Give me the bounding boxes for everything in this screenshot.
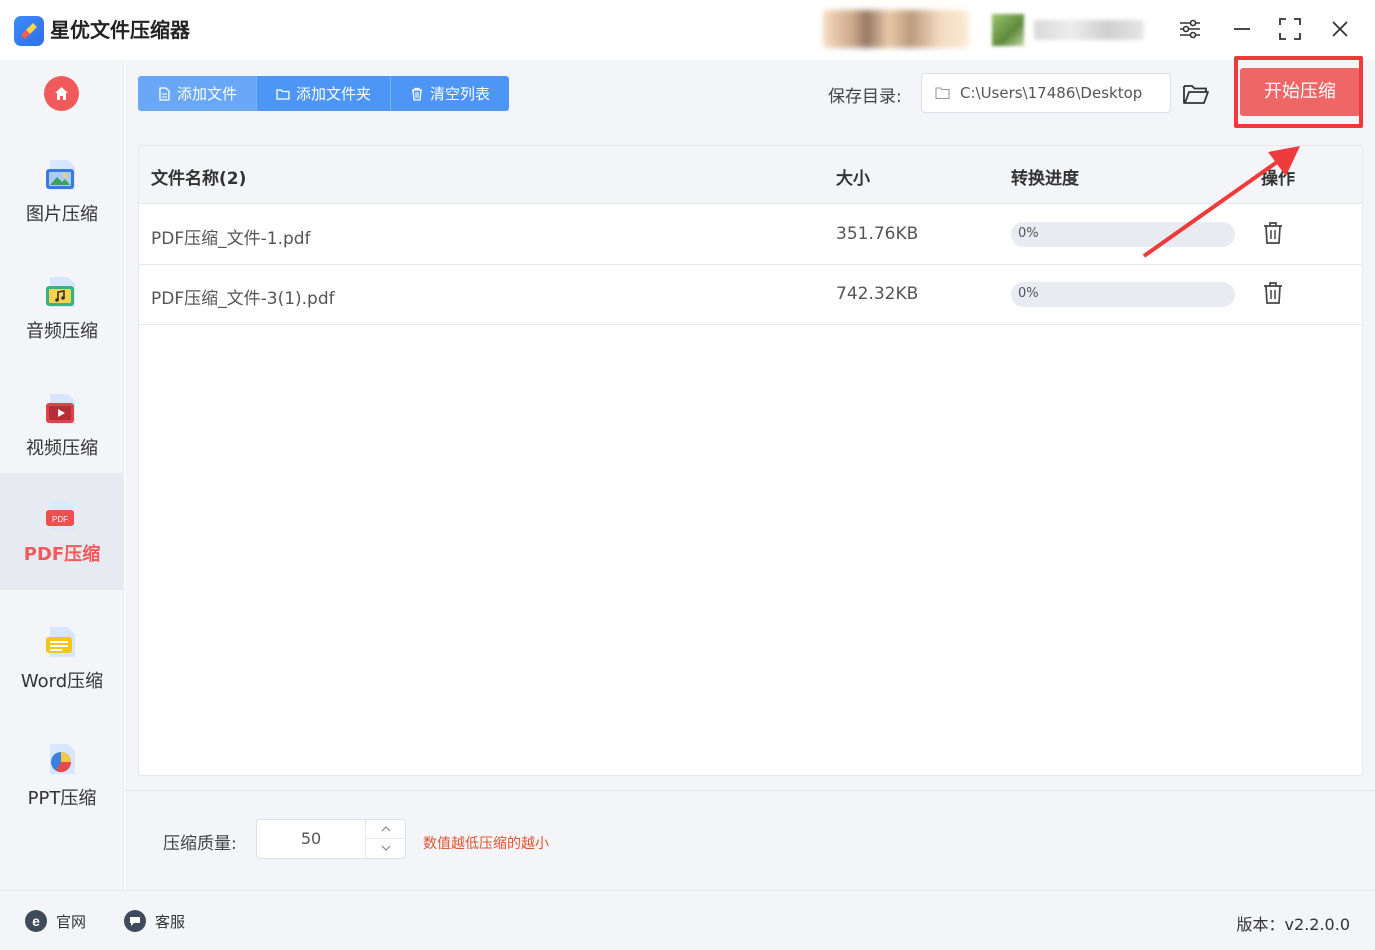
blurred-user-profile[interactable] (990, 12, 1150, 48)
word-file-icon (46, 627, 75, 657)
header-progress: 转换进度 (1011, 169, 1079, 189)
delete-icon[interactable] (1262, 281, 1284, 305)
sliders-icon (1180, 19, 1200, 39)
toolbar: 添加文件 添加文件夹 清空列表 保存目录: C:\Users\17486\Des… (125, 56, 1375, 132)
avatar (992, 14, 1024, 46)
website-label: 官网 (56, 912, 87, 931)
chevron-down-icon (381, 845, 391, 851)
sidebar-item-video[interactable]: 视频压缩 (0, 367, 124, 484)
quality-value[interactable]: 50 (257, 820, 365, 858)
progress-bar: 0% (1011, 282, 1235, 307)
sidebar-item-label: 图片压缩 (26, 204, 98, 225)
minimize-icon (1234, 28, 1250, 30)
username-blurred (1034, 20, 1144, 40)
progress-text: 0% (1018, 226, 1039, 241)
table-header: 文件名称(2) 大小 转换进度 操作 (139, 146, 1362, 204)
file-size: 351.76KB (836, 224, 919, 244)
sidebar: 图片压缩 音频压缩 视频压缩 PDF PDF压缩 Word压缩 PPT压缩 (0, 60, 124, 890)
browser-icon: e (25, 910, 47, 932)
start-compress-button[interactable]: 开始压缩 (1240, 68, 1360, 116)
main-panel: 添加文件 添加文件夹 清空列表 保存目录: C:\Users\17486\Des… (125, 56, 1375, 890)
sidebar-item-label: 音频压缩 (26, 321, 98, 342)
file-icon (159, 86, 170, 101)
header-name: 文件名称(2) (151, 169, 247, 189)
quality-hint: 数值越低压缩的越小 (423, 836, 549, 852)
ppt-file-icon (50, 744, 75, 774)
sidebar-item-label: PDF压缩 (23, 544, 101, 565)
save-dir-label: 保存目录: (828, 87, 902, 107)
quality-label: 压缩质量: (163, 834, 237, 854)
sidebar-item-label: Word压缩 (20, 671, 104, 692)
sidebar-item-ppt[interactable]: PPT压缩 (0, 717, 124, 834)
image-file-icon (46, 160, 75, 190)
close-button[interactable] (1325, 14, 1355, 44)
chat-icon (124, 910, 146, 932)
settings-button[interactable] (1175, 14, 1205, 44)
header-size: 大小 (836, 169, 870, 189)
save-dir-field[interactable]: C:\Users\17486\Desktop (921, 73, 1171, 113)
file-size: 742.32KB (836, 284, 919, 304)
home-button[interactable] (44, 76, 79, 111)
audio-file-icon (46, 277, 75, 307)
website-link[interactable]: e 官网 (24, 909, 86, 933)
add-folder-label: 添加文件夹 (296, 85, 372, 103)
app-title: 星优文件压缩器 (50, 18, 190, 42)
sidebar-item-label: 视频压缩 (26, 438, 98, 459)
open-folder-icon[interactable] (1182, 82, 1210, 106)
chevron-up-icon (381, 826, 391, 832)
support-link[interactable]: 客服 (123, 909, 185, 933)
maximize-icon (1279, 18, 1301, 40)
clear-list-label: 清空列表 (430, 85, 491, 103)
settings-panel: 压缩质量: 50 数值越低压缩的越小 (125, 790, 1375, 890)
table-row: PDF压缩_文件-1.pdf 351.76KB 0% (139, 205, 1362, 265)
progress-bar: 0% (1011, 222, 1235, 247)
file-action-group: 添加文件 添加文件夹 清空列表 (138, 76, 510, 111)
delete-icon[interactable] (1262, 221, 1284, 245)
app-logo (14, 16, 44, 46)
minimize-button[interactable] (1227, 14, 1257, 44)
clear-list-button[interactable]: 清空列表 (391, 76, 510, 111)
quality-stepper[interactable]: 50 (256, 819, 406, 859)
folder-icon (935, 87, 950, 100)
increment-button[interactable] (366, 820, 406, 839)
version-label: 版本：v2.2.0.0 (1236, 915, 1350, 934)
svg-text:PDF: PDF (52, 515, 68, 524)
header-action: 操作 (1261, 169, 1295, 189)
footer: e 官网 客服 版本：v2.2.0.0 (0, 890, 1375, 950)
close-icon (1332, 21, 1348, 37)
trash-icon (412, 87, 423, 101)
save-dir-value: C:\Users\17486\Desktop (960, 84, 1143, 102)
video-file-icon (46, 394, 75, 424)
title-bar: 星优文件压缩器 (0, 0, 1375, 60)
table-row: PDF压缩_文件-3(1).pdf 742.32KB 0% (139, 265, 1362, 325)
home-icon (55, 87, 68, 100)
blurred-account-info (823, 10, 969, 48)
progress-text: 0% (1018, 286, 1039, 301)
add-file-label: 添加文件 (177, 85, 238, 103)
file-name: PDF压缩_文件-1.pdf (151, 229, 311, 249)
sidebar-item-word[interactable]: Word压缩 (0, 600, 124, 717)
sidebar-item-image[interactable]: 图片压缩 (0, 133, 124, 250)
support-label: 客服 (155, 912, 186, 931)
maximize-button[interactable] (1275, 14, 1305, 44)
folder-icon (276, 88, 290, 100)
broom-icon (21, 23, 37, 39)
sidebar-item-audio[interactable]: 音频压缩 (0, 250, 124, 367)
pdf-file-icon: PDF (46, 500, 75, 530)
stepper-controls (365, 820, 406, 858)
svg-text:e: e (32, 913, 40, 929)
file-table: 文件名称(2) 大小 转换进度 操作 PDF压缩_文件-1.pdf 351.76… (138, 145, 1363, 776)
sidebar-item-label: PPT压缩 (27, 788, 97, 809)
file-name: PDF压缩_文件-3(1).pdf (151, 289, 335, 309)
sidebar-item-pdf[interactable]: PDF PDF压缩 (0, 473, 124, 590)
add-file-button[interactable]: 添加文件 (138, 76, 258, 111)
add-folder-button[interactable]: 添加文件夹 (257, 76, 392, 111)
decrement-button[interactable] (366, 839, 406, 858)
